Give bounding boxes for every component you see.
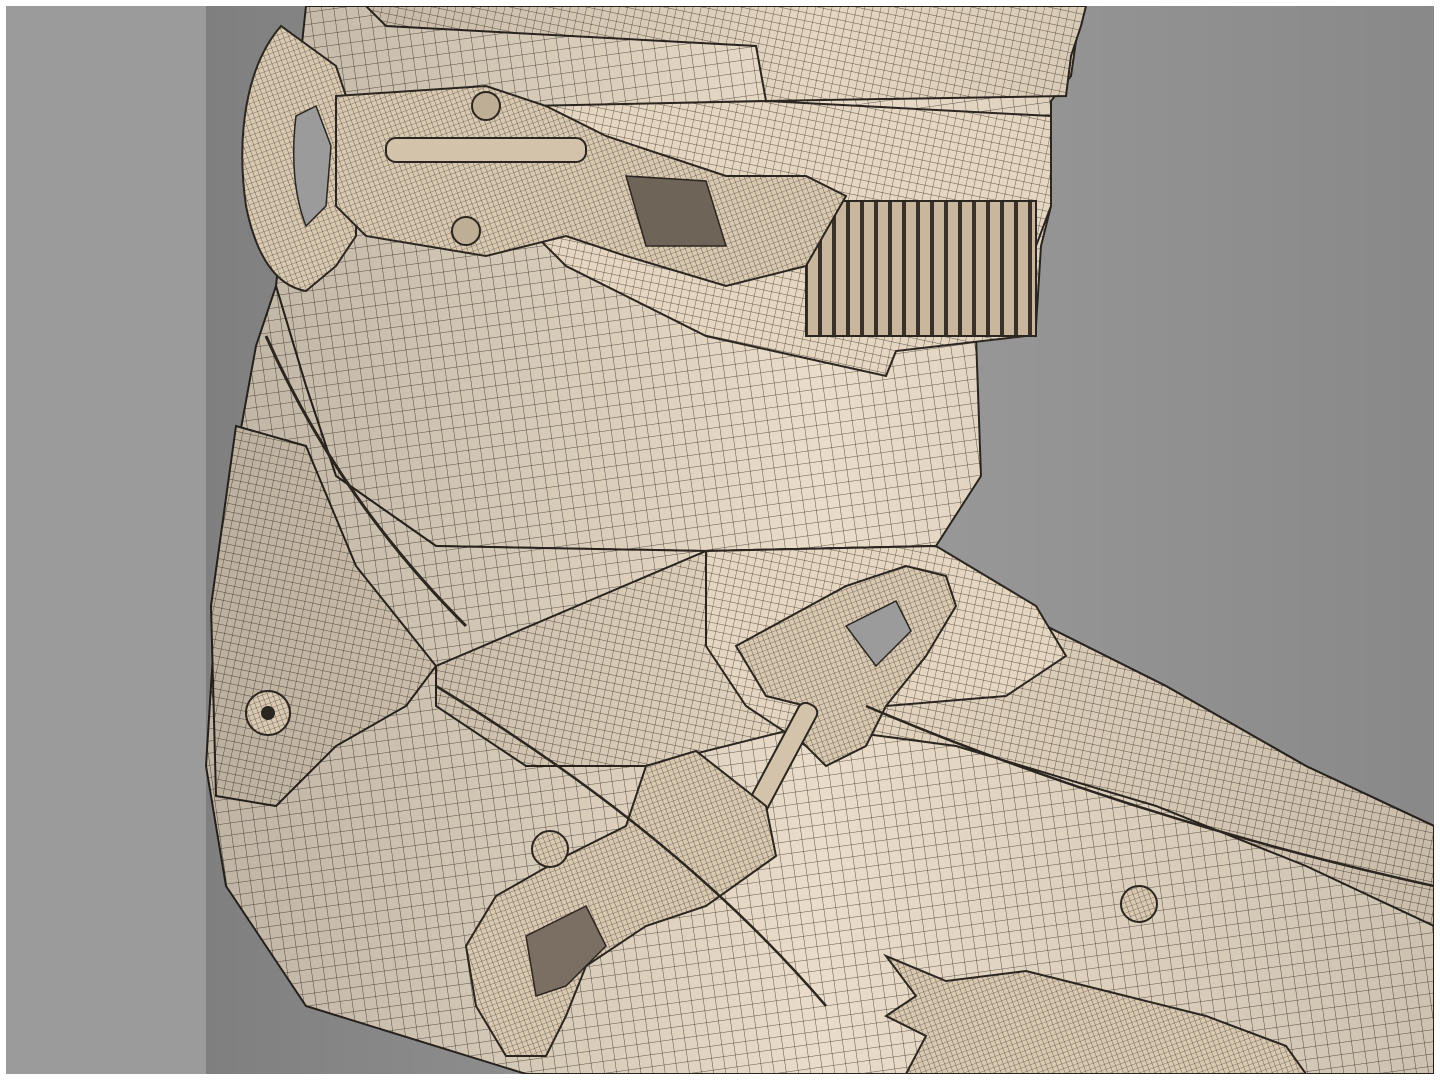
render-viewport xyxy=(6,6,1434,1074)
upper-buckle-pin xyxy=(385,137,587,163)
upper-pin-cap-bottom xyxy=(451,216,481,246)
shell-rivet-front xyxy=(1120,885,1158,923)
shell-rivet-side-center xyxy=(261,706,275,720)
boot-render xyxy=(204,6,1434,1074)
upper-pin-cap-top xyxy=(471,91,501,121)
strap-ribbed-teeth xyxy=(805,200,1037,337)
shell-rivet-lower xyxy=(531,830,569,868)
